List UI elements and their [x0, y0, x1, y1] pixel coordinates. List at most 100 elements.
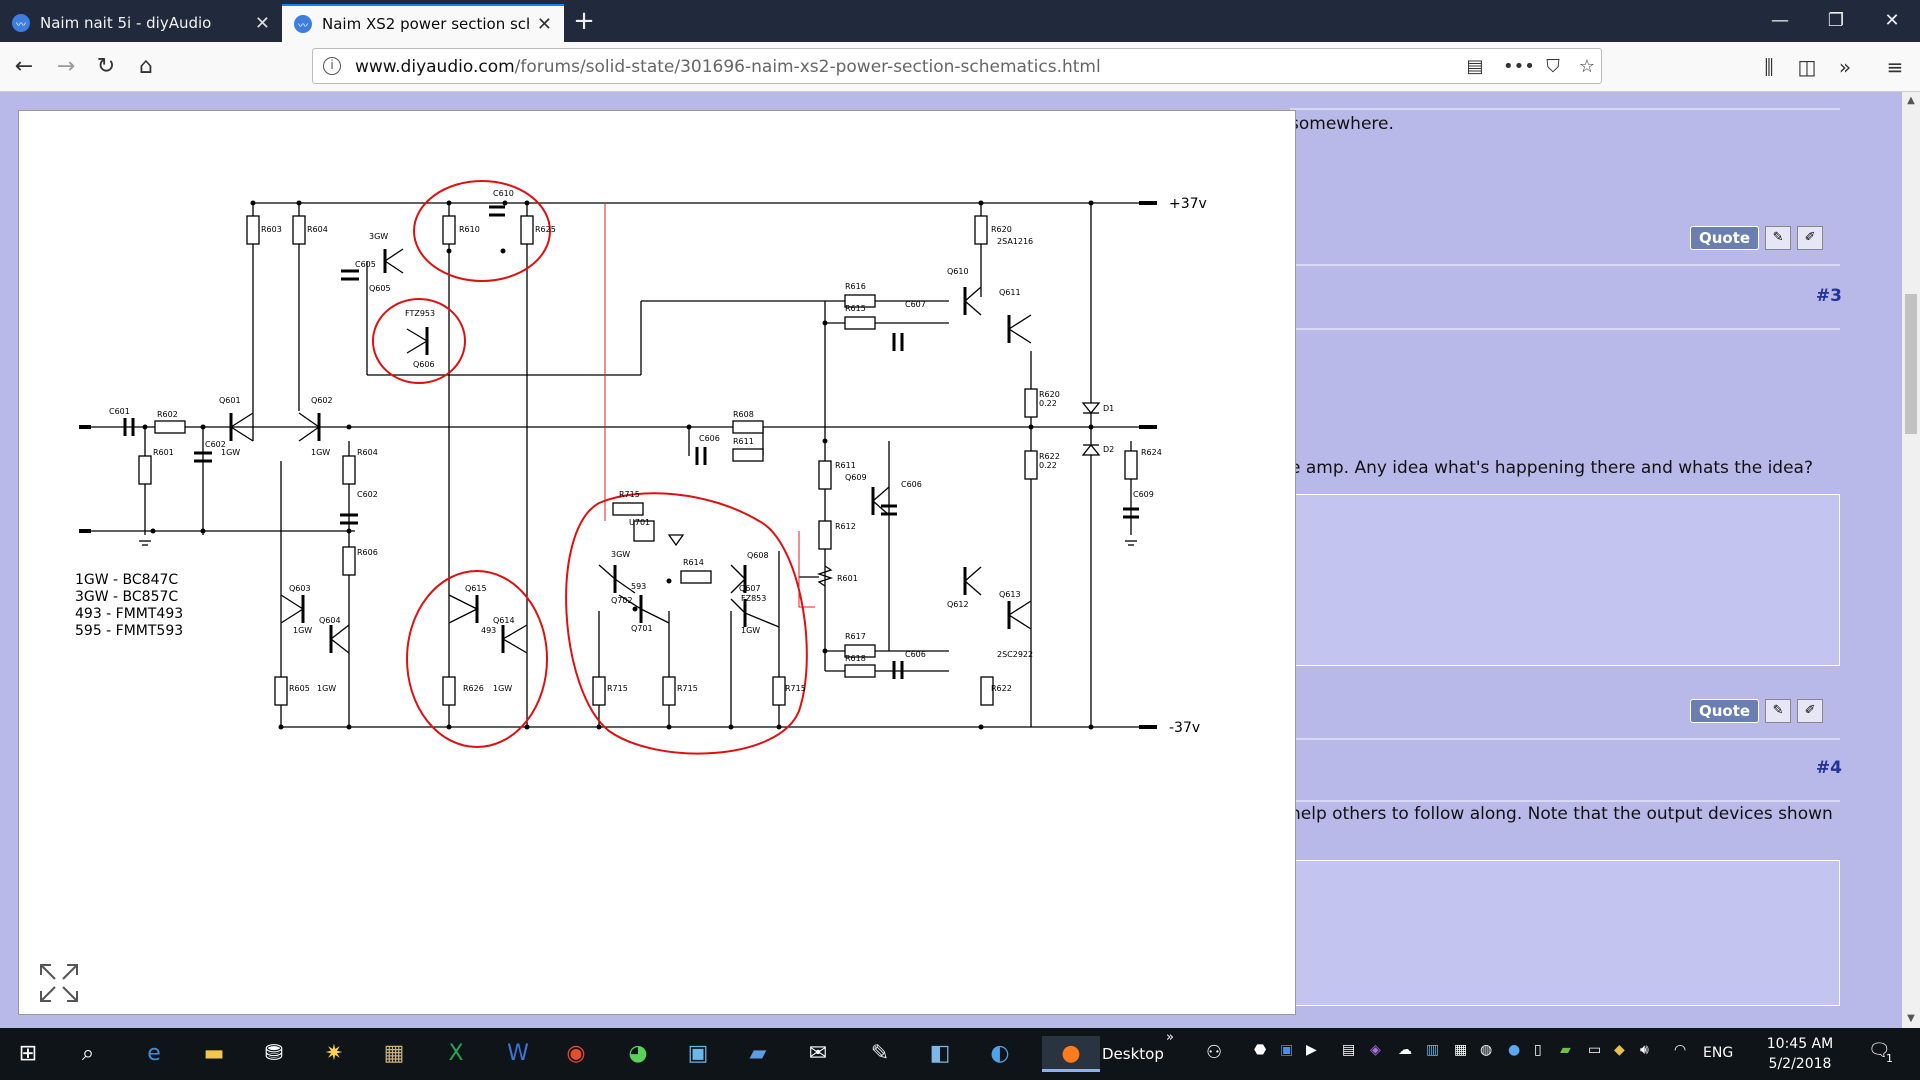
tray-app-icon[interactable]: ▦ — [1454, 1042, 1467, 1058]
control-panel-icon[interactable]: ▣ — [680, 1036, 716, 1072]
part-label: R614 — [683, 558, 704, 567]
tray-app-icon[interactable]: ▶ — [1306, 1042, 1317, 1058]
usb-icon[interactable]: ▯ — [1534, 1042, 1542, 1058]
toolbar-chevron-icon[interactable]: » — [1166, 1030, 1174, 1045]
url-bar[interactable]: i www.diyaudio.com/forums/solid-state/30… — [312, 48, 1602, 84]
expand-image-icon[interactable] — [37, 961, 81, 1005]
hamburger-menu-icon[interactable]: ≡ — [1880, 52, 1910, 82]
word-icon[interactable]: W — [500, 1036, 536, 1072]
part-label: C610 — [493, 189, 514, 198]
part-label: Q603 — [289, 584, 311, 593]
restore-button[interactable]: ❐ — [1808, 0, 1864, 42]
cloud-sync-icon[interactable]: ◐ — [982, 1036, 1018, 1072]
tray-app-icon[interactable]: ☁ — [1398, 1042, 1412, 1058]
minimize-button[interactable]: — — [1752, 0, 1808, 42]
firefox-icon[interactable]: ● — [1042, 1036, 1100, 1072]
scroll-thumb[interactable] — [1905, 294, 1917, 434]
part-label: R601 — [153, 448, 174, 457]
battery-icon[interactable]: ▭ — [1588, 1042, 1601, 1058]
image-lightbox[interactable]: +37v -37v 1GW - BC847C 3GW - BC857C 493 … — [18, 110, 1296, 1015]
quick-reply-icon[interactable]: ✐ — [1797, 699, 1824, 723]
info-icon[interactable]: i — [323, 57, 341, 75]
notepad-icon[interactable]: ◧ — [922, 1036, 958, 1072]
people-icon[interactable]: ⚇ — [1206, 1042, 1222, 1063]
library-icon[interactable]: ⫼ — [1754, 52, 1784, 82]
multi-quote-icon[interactable]: ✎ — [1765, 226, 1792, 250]
part-label: R624 — [1141, 448, 1162, 457]
quote-button[interactable]: Quote — [1690, 226, 1760, 250]
page-actions-icon[interactable]: ••• — [1503, 56, 1535, 78]
post-number[interactable]: #3 — [1816, 286, 1842, 306]
close-window-button[interactable]: ✕ — [1864, 0, 1920, 42]
tray-app-icon[interactable]: ▤ — [1342, 1042, 1355, 1058]
edge-browser-icon[interactable]: e — [136, 1036, 172, 1072]
reload-button[interactable]: ↻ — [90, 51, 122, 83]
signature-box — [1290, 860, 1840, 1006]
part-label: C606 — [699, 434, 720, 443]
bookmark-star-icon[interactable]: ☆ — [1573, 56, 1601, 78]
reader-view-icon[interactable]: ▤ — [1461, 56, 1489, 78]
legend-line: 595 - FMMT593 — [75, 623, 183, 639]
diyaudio-favicon-icon: 〰 — [12, 14, 30, 32]
nvidia-icon[interactable]: ▰ — [1560, 1042, 1571, 1058]
new-tab-button[interactable]: + — [568, 6, 600, 38]
part-label: Q601 — [219, 396, 241, 405]
notebook-app-icon[interactable]: ▦ — [376, 1036, 412, 1072]
tray-app-icon[interactable]: ▥ — [1426, 1042, 1439, 1058]
chrome-icon[interactable]: ◕ — [620, 1036, 656, 1072]
desktop-toolbar-label[interactable]: Desktop — [1102, 1045, 1164, 1063]
tray-app-icon[interactable]: ▣ — [1280, 1042, 1293, 1058]
tab-naim-nait[interactable]: 〰 Naim nait 5i - diyAudio ✕ — [0, 4, 282, 42]
part-label: 3GW — [611, 550, 630, 559]
overflow-chevron-icon[interactable]: » — [1830, 52, 1860, 82]
part-label: R603 — [261, 225, 282, 234]
scroll-down-icon[interactable]: ▼ — [1902, 1010, 1920, 1028]
language-indicator[interactable]: ENG — [1703, 1045, 1733, 1061]
search-icon[interactable]: ⌕ — [70, 1036, 106, 1072]
close-tab-icon[interactable]: ✕ — [255, 13, 270, 34]
close-tab-icon[interactable]: ✕ — [537, 14, 552, 35]
mail-icon[interactable]: ✉ — [800, 1036, 836, 1072]
volume-icon[interactable]: 🔊︎ — [1640, 1042, 1649, 1058]
quote-button[interactable]: Quote — [1690, 699, 1760, 723]
part-legend: 1GW - BC847C 3GW - BC857C 493 - FMMT493 … — [75, 572, 183, 639]
tray-app-icon[interactable]: ◆ — [1614, 1042, 1625, 1058]
notification-count: 1 — [1886, 1052, 1893, 1065]
tray-app-icon[interactable]: ◍ — [1480, 1042, 1492, 1058]
quick-reply-icon[interactable]: ✐ — [1797, 226, 1824, 250]
part-label: U701 — [629, 518, 650, 527]
page-scrollbar[interactable]: ▲ ▼ — [1902, 92, 1920, 1028]
file-explorer-icon[interactable]: ▬ — [196, 1036, 232, 1072]
tray-app-icon[interactable]: ⬣ — [1254, 1042, 1266, 1058]
pocket-icon[interactable]: ⛉ — [1539, 56, 1567, 78]
part-label: Q702 — [611, 596, 633, 605]
part-label: FZ853 — [741, 594, 766, 603]
system-clock[interactable]: 10:45 AM 5/2/2018 — [1755, 1034, 1845, 1074]
tab-naim-xs2[interactable]: 〰 Naim XS2 power section schem ✕ — [282, 4, 564, 42]
clock-date: 5/2/2018 — [1768, 1056, 1832, 1072]
signature-box — [1290, 494, 1840, 666]
part-label: R715 — [785, 684, 806, 693]
wifi-icon[interactable]: ◠ — [1674, 1042, 1686, 1058]
paint-icon[interactable]: ✎ — [862, 1036, 898, 1072]
part-label: C609 — [1133, 490, 1154, 499]
excel-icon[interactable]: X — [438, 1036, 474, 1072]
part-label: R626 — [463, 684, 484, 693]
scroll-up-icon[interactable]: ▲ — [1902, 92, 1920, 110]
sidebar-icon[interactable]: ◫ — [1792, 52, 1822, 82]
opera-like-icon[interactable]: ◉ — [558, 1036, 594, 1072]
store-icon[interactable]: ⛃ — [256, 1036, 292, 1072]
post-number[interactable]: #4 — [1816, 758, 1842, 778]
tab-label: Naim nait 5i - diyAudio — [40, 14, 212, 32]
home-button[interactable]: ⌂ — [130, 51, 162, 83]
brightness-sun-icon[interactable]: ✷ — [316, 1036, 352, 1072]
back-button[interactable]: ← — [8, 51, 40, 83]
part-label: 1GW — [493, 684, 512, 693]
start-windows-icon[interactable]: ⊞ — [10, 1036, 46, 1072]
multi-quote-icon[interactable]: ✎ — [1765, 699, 1792, 723]
forward-button[interactable]: → — [50, 51, 82, 83]
part-label: R622 — [1039, 452, 1060, 461]
tray-app-icon[interactable]: ◈ — [1370, 1042, 1381, 1058]
remote-desktop-icon[interactable]: ▰ — [740, 1036, 776, 1072]
tray-app-icon[interactable]: ● — [1508, 1042, 1520, 1058]
